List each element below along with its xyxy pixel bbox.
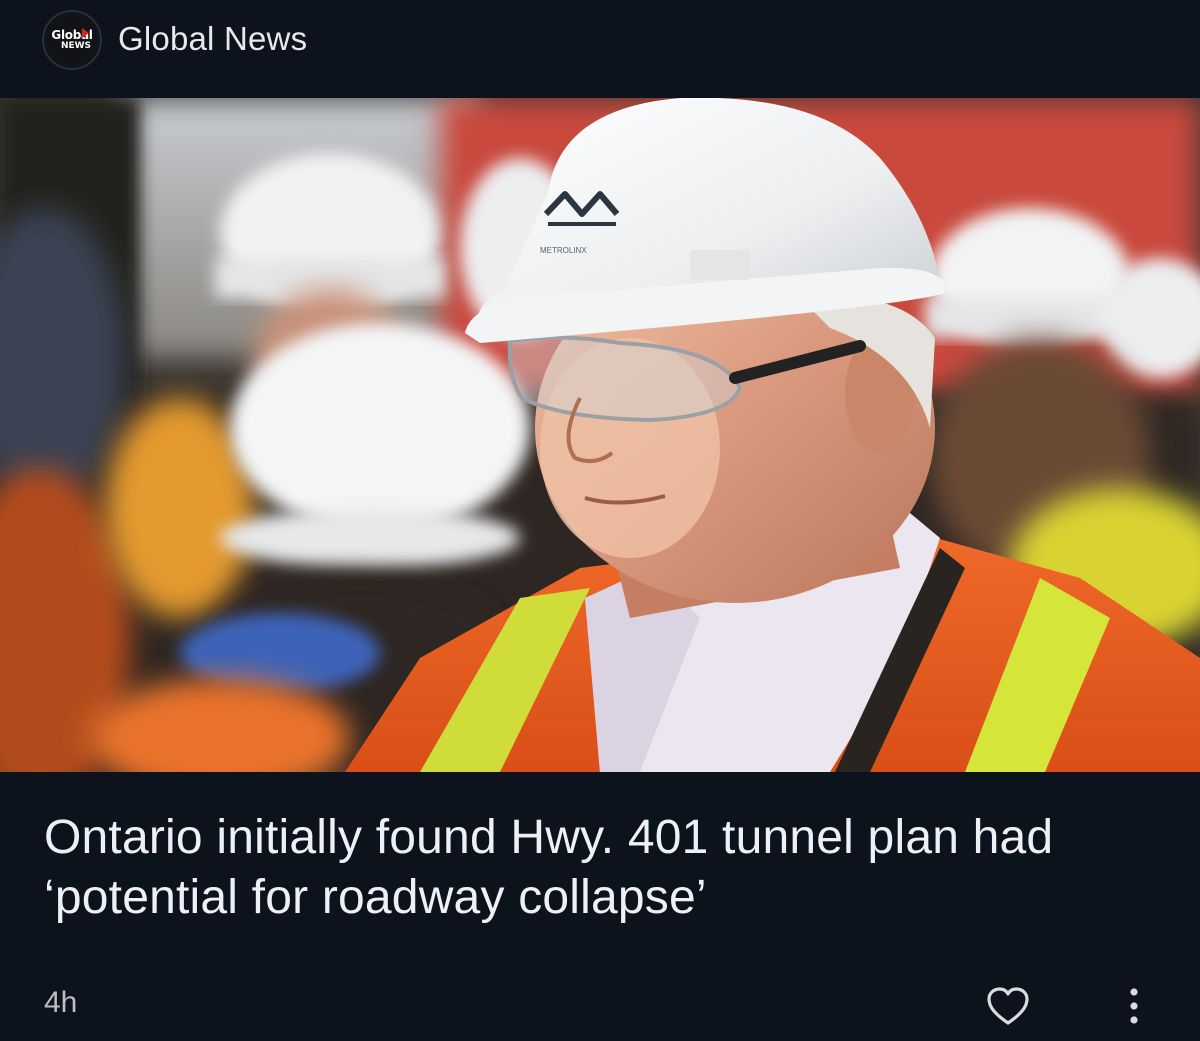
post-header: Global NEWS Global News bbox=[0, 0, 1200, 98]
global-news-logo[interactable]: Global NEWS bbox=[42, 10, 102, 70]
source-name[interactable]: Global News bbox=[118, 20, 307, 58]
like-button[interactable] bbox=[984, 984, 1032, 1028]
more-options-button[interactable] bbox=[1116, 984, 1152, 1028]
article-image[interactable]: METROLINX bbox=[0, 98, 1200, 772]
logo-news: NEWS bbox=[60, 41, 92, 51]
article-headline[interactable]: Ontario initially found Hwy. 401 tunnel … bbox=[44, 808, 1164, 928]
helmet-logo-text: METROLINX bbox=[540, 246, 587, 255]
post-timestamp: 4h bbox=[44, 986, 78, 1019]
heart-outline-icon bbox=[987, 987, 1029, 1025]
logo-arrow-icon bbox=[82, 28, 89, 38]
more-vertical-icon bbox=[1130, 988, 1138, 1024]
